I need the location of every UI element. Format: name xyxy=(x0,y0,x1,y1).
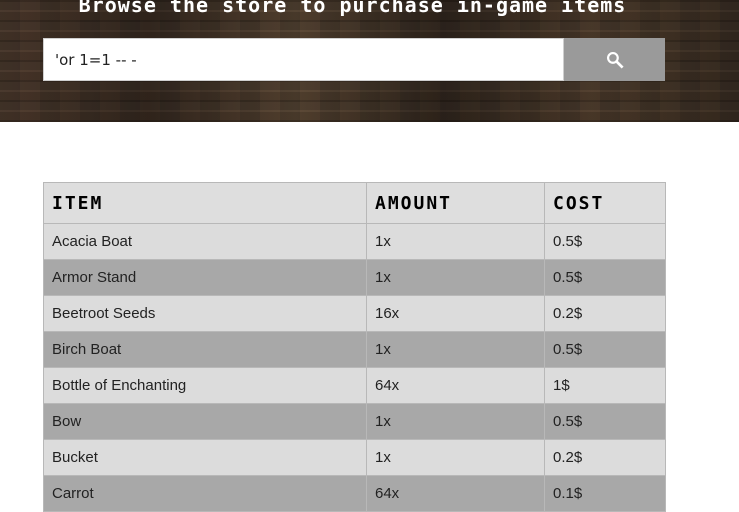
table-row: Bow 1x 0.5$ xyxy=(43,403,666,440)
amount-cell: 64x xyxy=(366,367,545,404)
cost-cell: 0.5$ xyxy=(544,223,666,260)
cost-cell: 0.2$ xyxy=(544,439,666,476)
amount-cell: 1x xyxy=(366,223,545,260)
items-table-container: ITEM AMOUNT COST Acacia Boat 1x 0.5$ Arm… xyxy=(43,182,666,512)
table-row: Bottle of Enchanting 64x 1$ xyxy=(43,367,666,404)
store-banner: Browse the store to purchase in-game ite… xyxy=(0,0,739,122)
amount-cell: 1x xyxy=(366,403,545,440)
item-name-cell: Bottle of Enchanting xyxy=(43,367,367,404)
header-amount: AMOUNT xyxy=(366,182,545,224)
item-name-cell: Bow xyxy=(43,403,367,440)
cost-cell: 0.2$ xyxy=(544,295,666,332)
table-header-row: ITEM AMOUNT COST xyxy=(43,182,666,224)
item-name-cell: Acacia Boat xyxy=(43,223,367,260)
item-name-cell: Bucket xyxy=(43,439,367,476)
item-name-cell: Armor Stand xyxy=(43,259,367,296)
amount-cell: 64x xyxy=(366,475,545,512)
header-cost: COST xyxy=(544,182,666,224)
table-row: Carrot 64x 0.1$ xyxy=(43,475,666,512)
table-row: Acacia Boat 1x 0.5$ xyxy=(43,223,666,260)
amount-cell: 1x xyxy=(366,259,545,296)
item-name-cell: Beetroot Seeds xyxy=(43,295,367,332)
item-name-cell: Birch Boat xyxy=(43,331,367,368)
search-button[interactable] xyxy=(564,38,665,81)
table-row: Armor Stand 1x 0.5$ xyxy=(43,259,666,296)
header-item: ITEM xyxy=(43,182,367,224)
amount-cell: 1x xyxy=(366,439,545,476)
table-row: Beetroot Seeds 16x 0.2$ xyxy=(43,295,666,332)
cost-cell: 1$ xyxy=(544,367,666,404)
banner-title: Browse the store to purchase in-game ite… xyxy=(78,0,627,17)
items-table: ITEM AMOUNT COST Acacia Boat 1x 0.5$ Arm… xyxy=(43,182,666,512)
cost-cell: 0.5$ xyxy=(544,331,666,368)
search-bar xyxy=(43,38,665,81)
item-name-cell: Carrot xyxy=(43,475,367,512)
table-row: Birch Boat 1x 0.5$ xyxy=(43,331,666,368)
amount-cell: 16x xyxy=(366,295,545,332)
cost-cell: 0.5$ xyxy=(544,259,666,296)
cost-cell: 0.1$ xyxy=(544,475,666,512)
table-row: Bucket 1x 0.2$ xyxy=(43,439,666,476)
cost-cell: 0.5$ xyxy=(544,403,666,440)
search-icon xyxy=(605,50,625,70)
amount-cell: 1x xyxy=(366,331,545,368)
search-input[interactable] xyxy=(43,38,564,81)
